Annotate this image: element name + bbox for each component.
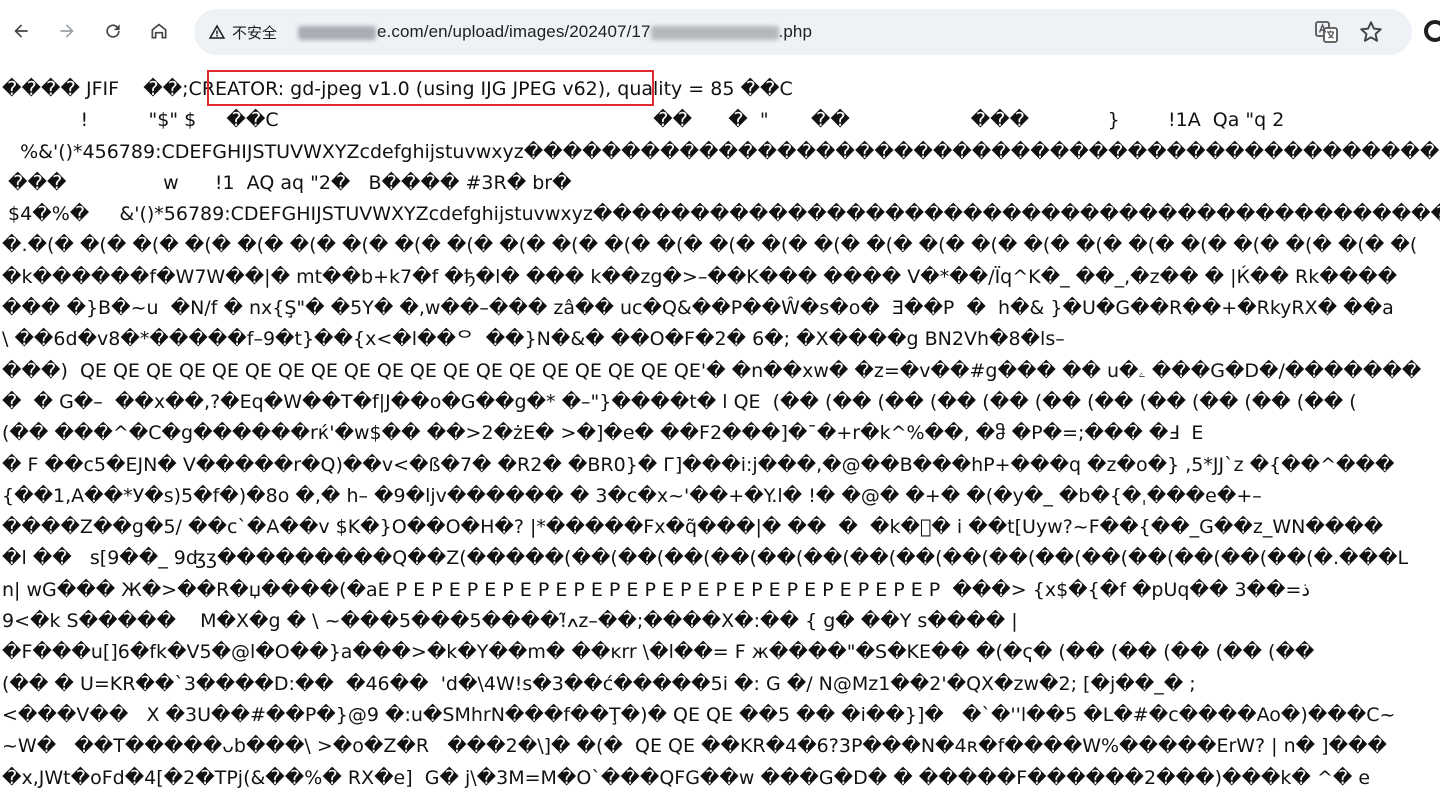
translate-icon[interactable]: [1314, 19, 1340, 45]
raw-image-text: ���� JFIF ��;CREATOR: gd-jpeg v1.0 (usin…: [0, 64, 1440, 793]
url-text[interactable]: e.com/en/upload/images/202407/17 .php: [298, 9, 812, 55]
url-middle: e.com/en/upload/images/202407/17: [377, 22, 651, 41]
content-line: <���V�� X �3U��#��P�}@9 �:u�SMhrN���f��Ţ…: [2, 704, 1396, 726]
highlight-box: [207, 70, 654, 106]
reload-button[interactable]: [96, 14, 130, 48]
content-line: ��� �}B�~u �N/f � nx{Ş"� �5Y� �,w��–��� …: [2, 297, 1394, 319]
content-line: ! "$" $ ��C �� � " �� ��� } !1A Qa "q 2: [2, 109, 1285, 131]
content-line: ����Z��g�5/ ��c`�A��v $K�}O��O�H�? |*���…: [2, 516, 1384, 538]
star-icon[interactable]: [1358, 19, 1384, 45]
content-line: �k������f�W7W��|� mt��b+k7�f �ђ�l� ��� k…: [2, 266, 1398, 288]
redacted-domain: [298, 25, 376, 40]
content-line: %&'()*456789:CDEFGHIJSTUVWXYZcdefghijstu…: [20, 141, 1440, 163]
address-bar[interactable]: 不安全 e.com/en/upload/images/202407/17 .php: [194, 9, 1412, 55]
content-line: ��� w !1 AQ aq "2� B���� #3R� br�: [2, 172, 572, 194]
redacted-filename: [650, 25, 779, 40]
content-line: �x,JWt�oFd�4[�2�TPj(&��%� RX�e] G� j\�3M…: [2, 767, 1371, 789]
content-line: ~W� ��T�����ᴗb���\ >�o�Z�R ���2�\]� �(� …: [2, 735, 1388, 757]
back-button[interactable]: [4, 14, 38, 48]
content-line: {��1,A��*У�s)5�f�)�8o �,� h– �9�ljv�����…: [2, 485, 1262, 507]
security-indicator[interactable]: 不安全: [202, 16, 289, 48]
content-line: n| wG��� Ж�>��R�џ����(�aE P E P E P E P …: [2, 579, 1310, 601]
warning-triangle-icon: [208, 24, 226, 39]
content-line: \ ��6d�v8�*�����f–9�t}��{x<�l��ᄋ ��}N�&�…: [2, 328, 1065, 350]
reload-icon: [106, 24, 120, 38]
content-line: (�� � U=KR��`3����D:�� �46�� 'd�\4W!s�3�…: [2, 673, 1196, 695]
content-line: � � G�– ��x��,?�Eq�W��T�f|J��o�G��g�* �–…: [2, 391, 1357, 413]
arrow-right-icon: [60, 24, 74, 38]
content-line: �F���u[]6�fk�V5�@l�O��}a���>�k�Y��m� ��ĸ…: [2, 641, 1315, 663]
profile-icon[interactable]: [1424, 20, 1440, 42]
forward-button[interactable]: [50, 14, 84, 48]
content-line: $4�%� &'()*56789:CDEFGHIJSTUVWXYZcdefghi…: [8, 203, 1440, 225]
content-line: �l �� s[9��_ 9ʤʒ���������Q��Z(�����(��(�…: [2, 547, 1409, 569]
url-end: .php: [778, 22, 813, 41]
home-button[interactable]: [142, 14, 176, 48]
content-line: 9<�k S����� M�X�g � \ ~���5���5����!ߍ̃z–…: [2, 610, 1018, 632]
security-label: 不安全: [232, 24, 278, 42]
arrow-left-icon: [14, 24, 28, 38]
content-line: (�� ���^�C�g������rќ'�w$�� ��>2�żE� >�]�…: [2, 422, 1204, 444]
content-line: �.�(� �(� �(� �(� �(� �(� �(� �(� �(� �(…: [2, 234, 1418, 256]
content-line: ���) QE QE QE QE QE QE QE QE QE QE QE QE…: [2, 360, 1422, 382]
browser-toolbar: 不安全 e.com/en/upload/images/202407/17 .php: [0, 0, 1440, 64]
home-icon: [151, 23, 167, 39]
content-line: � F ��c5�EJN� V�����r�Q)��v<�ß�7� �R2� �…: [2, 454, 1395, 476]
